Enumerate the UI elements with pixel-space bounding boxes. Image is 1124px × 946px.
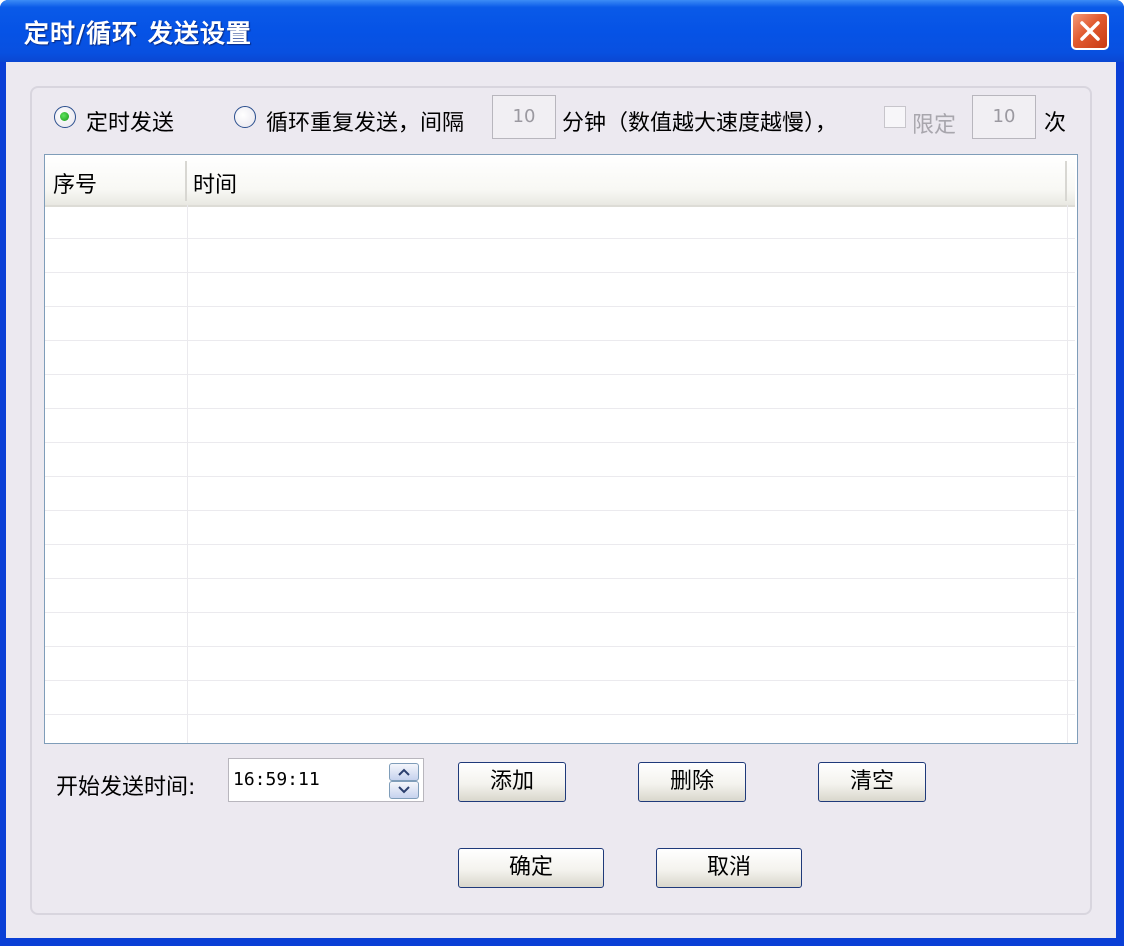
close-button[interactable]	[1071, 12, 1109, 50]
start-time-picker[interactable]: 16:59:11	[228, 758, 424, 802]
table-row[interactable]	[45, 545, 1075, 579]
arrow-up-icon	[398, 768, 410, 776]
dialog-window: 定时/循环 发送设置 定时发送 循环重复发送，间隔 10 分钟（数值越大速度越慢…	[0, 0, 1124, 946]
timed-send-label[interactable]: 定时发送	[86, 105, 174, 137]
interval-unit-label: 分钟（数值越大速度越慢），	[562, 111, 838, 136]
column-divider[interactable]	[1065, 161, 1067, 201]
table-row[interactable]	[45, 409, 1075, 443]
ok-button[interactable]: 确定	[458, 848, 604, 888]
table-row[interactable]	[45, 239, 1075, 273]
dialog-body: 定时发送 循环重复发送，间隔 10 分钟（数值越大速度越慢）， 限定 10 次 …	[6, 62, 1116, 938]
start-time-value[interactable]: 16:59:11	[233, 769, 320, 790]
table-row[interactable]	[45, 375, 1075, 409]
clear-button[interactable]: 清空	[818, 762, 926, 802]
table-row[interactable]	[45, 205, 1075, 239]
table-row[interactable]	[45, 477, 1075, 511]
loop-send-label[interactable]: 循环重复发送，间隔	[266, 105, 464, 137]
time-up-button[interactable]	[389, 763, 419, 781]
limit-label: 限定	[912, 113, 957, 138]
cancel-button[interactable]: 取消	[656, 848, 802, 888]
title-bar[interactable]: 定时/循环 发送设置	[0, 0, 1124, 62]
arrow-down-icon	[398, 786, 410, 794]
start-time-label: 开始发送时间:	[56, 775, 196, 800]
column-header-time[interactable]: 时间	[193, 167, 237, 199]
list-header: 序号 时间	[45, 155, 1075, 207]
loop-send-radio[interactable]	[234, 106, 256, 128]
table-row[interactable]	[45, 647, 1075, 681]
close-icon	[1080, 21, 1100, 41]
table-row[interactable]	[45, 681, 1075, 715]
time-down-button[interactable]	[389, 781, 419, 799]
column-divider[interactable]	[185, 161, 187, 201]
limit-checkbox[interactable]	[884, 106, 906, 128]
column-grid-line	[187, 205, 188, 743]
limit-count-input[interactable]: 10	[972, 95, 1036, 139]
table-row[interactable]	[45, 443, 1075, 477]
interval-input[interactable]: 10	[492, 95, 556, 139]
table-row[interactable]	[45, 307, 1075, 341]
schedule-list[interactable]: 序号 时间	[44, 154, 1078, 744]
column-grid-line	[1067, 205, 1068, 743]
timed-send-radio[interactable]	[54, 106, 76, 128]
window-title: 定时/循环 发送设置	[24, 19, 252, 48]
table-row[interactable]	[45, 613, 1075, 647]
radio-selected-dot	[60, 112, 69, 121]
delete-button[interactable]: 删除	[638, 762, 746, 802]
table-row[interactable]	[45, 579, 1075, 613]
table-row[interactable]	[45, 273, 1075, 307]
table-row[interactable]	[45, 715, 1075, 743]
limit-unit-label: 次	[1044, 111, 1067, 136]
add-button[interactable]: 添加	[458, 762, 566, 802]
table-row[interactable]	[45, 341, 1075, 375]
column-header-index[interactable]: 序号	[53, 167, 97, 199]
table-row[interactable]	[45, 511, 1075, 545]
